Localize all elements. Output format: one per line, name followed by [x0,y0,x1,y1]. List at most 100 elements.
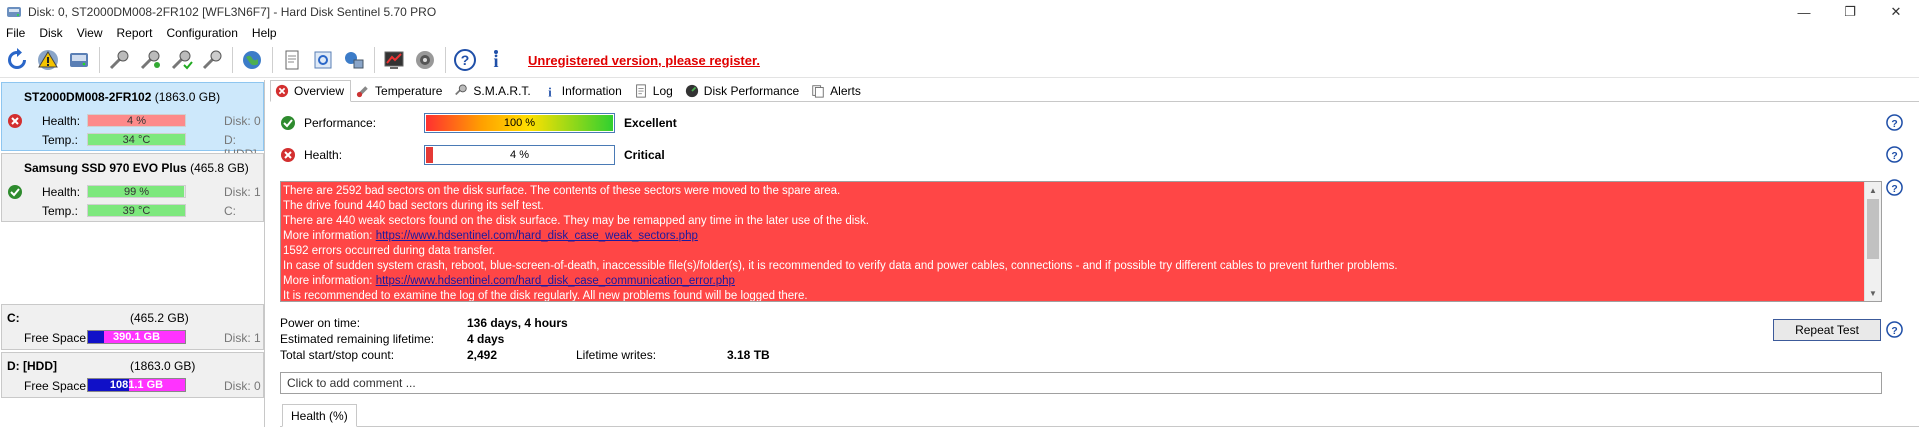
tool-icon-1[interactable] [104,45,134,75]
health-messages-box[interactable]: There are 2592 bad sectors on the disk s… [280,181,1882,302]
menu-report[interactable]: Report [109,26,159,40]
health-bar: 99 % [87,185,186,198]
disk-icon[interactable] [64,45,94,75]
health-label: Health: [42,114,81,128]
menu-disk[interactable]: Disk [32,26,69,40]
tool-icon-2[interactable] [135,45,165,75]
tab-overview[interactable]: Overview [270,80,352,102]
drive-disk-number: Disk: 1 [224,331,261,345]
performance-bar: 100 % [424,113,615,133]
menu-configuration[interactable]: Configuration [160,26,245,40]
tab-log[interactable]: Log [629,81,680,101]
power-on-value: 136 days, 4 hours [467,316,568,330]
repeat-test-help-icon[interactable]: ? [1886,321,1903,338]
disk-card-0[interactable]: ST2000DM008-2FR102 (1863.0 GB) Health: 4… [1,82,264,161]
temp-value: 34 °C [122,134,151,146]
report-icon[interactable] [277,45,307,75]
message-line: In case of sudden system crash, reboot, … [283,260,1398,272]
menu-help[interactable]: Help [245,26,284,40]
svg-text:?: ? [1891,326,1897,337]
sound-icon[interactable] [410,45,440,75]
scroll-thumb[interactable] [1867,199,1879,259]
performance-value: 100 % [503,117,536,129]
menu-view[interactable]: View [70,26,110,40]
messages-help-icon[interactable]: ? [1886,179,1903,196]
communication-error-link[interactable]: https://www.hdsentinel.com/hard_disk_cas… [376,275,735,287]
repeat-test-button[interactable]: Repeat Test [1773,319,1881,341]
disk-number: Disk: 0 [224,114,261,128]
start-stop-value: 2,492 [467,348,498,362]
health-verdict: Critical [624,148,665,162]
info-icon[interactable]: i [481,45,511,75]
unregistered-link[interactable]: Unregistered version, please register. [528,53,760,68]
free-space-label: Free Space [24,331,87,345]
temp-bar: 39 °C [87,204,186,217]
performance-icon[interactable] [379,45,409,75]
free-space-label: Free Space [24,379,87,393]
restore-button[interactable]: ❐ [1827,0,1873,24]
log-icon [635,84,646,98]
temp-bar: 34 °C [87,133,186,146]
refresh-icon[interactable] [2,45,32,75]
svg-text:?: ? [1891,184,1897,195]
gauge-icon [685,84,698,98]
temp-value: 39 °C [122,205,151,217]
message-line: There are 2592 bad sectors on the disk s… [283,185,841,197]
help-icon[interactable]: ? [450,45,480,75]
drive-card-c[interactable]: C: (465.2 GB) Free Space 390.1 GB Disk: … [1,304,264,350]
scroll-up-arrow-icon[interactable]: ▲ [1865,182,1881,198]
tab-alerts[interactable]: Alerts [806,81,868,101]
health-bar: 4 % [87,114,186,127]
scroll-down-arrow-icon[interactable]: ▼ [1865,285,1881,301]
weak-sectors-link[interactable]: https://www.hdsentinel.com/hard_disk_cas… [376,230,698,242]
tab-health-percent[interactable]: Health (%) [282,404,357,427]
title-bar: Disk: 0, ST2000DM008-2FR102 [WFL3N6F7] -… [0,0,1919,24]
warning-disk-icon[interactable] [33,45,63,75]
menu-file[interactable]: File [0,26,32,40]
drive-letter: C: [7,311,20,325]
alerts-icon [812,85,824,98]
tool-icon-4[interactable] [197,45,227,75]
svg-text:i: i [548,85,552,98]
svg-text:?: ? [1891,119,1897,130]
disk-list-panel: ST2000DM008-2FR102 (1863.0 GB) Health: 4… [0,80,265,427]
menu-bar: File Disk View Report Configuration Help [0,24,1919,42]
network-icon[interactable] [339,45,369,75]
comment-field[interactable]: Click to add comment ... [280,372,1882,394]
performance-row: Performance: 100 % Excellent [280,113,780,133]
critical-status-icon [281,148,295,162]
minimize-button[interactable]: — [1781,0,1827,24]
critical-status-icon [8,114,22,128]
smart-icon [455,84,468,96]
disk-name: Samsung SSD 970 EVO Plus (465.8 GB) [24,161,249,175]
sync-icon[interactable] [308,45,338,75]
health-label: Health: [42,185,81,199]
drive-size: (465.2 GB) [130,311,189,325]
tool-icon-3[interactable] [166,45,196,75]
health-help-icon[interactable]: ? [1886,146,1903,163]
message-scrollbar[interactable]: ▲ ▼ [1864,182,1881,301]
globe-icon[interactable] [237,45,267,75]
free-space-bar: 1081.1 GB [87,378,186,392]
lifetime-writes-value: 3.18 TB [727,348,770,362]
free-space-value: 390.1 GB [112,331,161,343]
health-value: 4 % [127,115,146,127]
temp-label: Temp.: [42,204,79,218]
information-icon: i [548,85,552,98]
tab-temperature[interactable]: Temperature [351,81,449,101]
health-value: 99 % [123,186,150,198]
lifetime-writes-label: Lifetime writes: [576,348,657,362]
message-line: There are 440 weak sectors found on the … [283,215,869,227]
remaining-lifetime-value: 4 days [467,332,505,346]
close-button[interactable]: ✕ [1873,0,1919,24]
message-line: It is recommended to examine the log of … [283,290,808,302]
performance-help-icon[interactable]: ? [1886,114,1903,131]
disk-card-1[interactable]: Samsung SSD 970 EVO Plus (465.8 GB) Heal… [1,153,264,222]
critical-status-icon [275,84,289,98]
drive-disk-number: Disk: 0 [224,379,261,393]
performance-label: Performance: [304,116,377,130]
tab-information[interactable]: i Information [538,81,629,101]
tab-disk-performance[interactable]: Disk Performance [680,81,806,101]
tab-smart[interactable]: S.M.A.R.T. [449,81,537,101]
drive-card-d[interactable]: D: [HDD] (1863.0 GB) Free Space 1081.1 G… [1,352,264,398]
